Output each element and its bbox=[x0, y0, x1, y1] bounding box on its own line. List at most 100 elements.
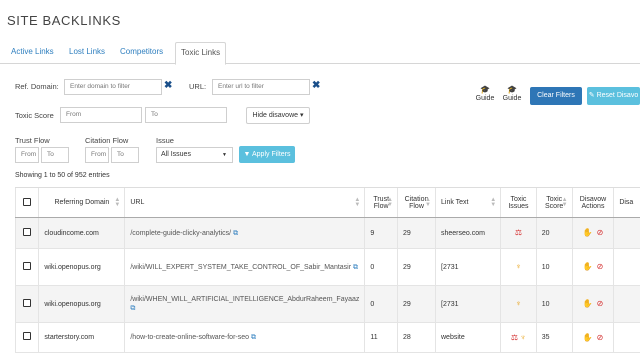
guide-label: Guide bbox=[476, 95, 495, 102]
link-text: website bbox=[436, 323, 501, 353]
clear-url-icon[interactable]: ✖ bbox=[312, 80, 320, 91]
trust-flow: 11 bbox=[365, 323, 398, 353]
row-checkbox[interactable] bbox=[23, 228, 31, 236]
clear-filters-button[interactable]: Clear Filters bbox=[530, 87, 582, 105]
url-input[interactable]: Enter url to filter bbox=[212, 79, 310, 95]
citation-flow-from-input[interactable]: From bbox=[85, 147, 109, 163]
url-text: /wiki/WHEN_WILL_ARTIFICIAL_INTELLIGENCE_… bbox=[130, 296, 359, 303]
citation-flow: 29 bbox=[397, 218, 435, 249]
toxic-flag-icon: ♆ bbox=[515, 262, 521, 271]
tab-lost-links[interactable]: Lost Links bbox=[64, 42, 110, 62]
toxic-flag-icon: ♆ bbox=[515, 299, 521, 308]
select-all-checkbox[interactable] bbox=[23, 198, 31, 206]
sort-icon: ▲▼ bbox=[490, 198, 496, 208]
backlinks-table: Referring Domain▲▼ URL▲▼ Trust Flow▲▼ Ci… bbox=[15, 187, 640, 353]
toxic-score-label: Toxic Score bbox=[15, 111, 54, 120]
citation-flow-to-input[interactable]: To bbox=[111, 147, 139, 163]
toxic-scale-icon: ⚖ bbox=[515, 228, 522, 237]
header-disavowed: Disa bbox=[614, 188, 640, 218]
issue-label: Issue bbox=[156, 136, 174, 145]
url-text: /complete-guide-clicky-analytics/ bbox=[130, 230, 231, 237]
clear-domain-icon[interactable]: ✖ bbox=[164, 80, 172, 91]
sort-icon: ▲▼ bbox=[562, 198, 568, 208]
header-disavow-actions: Disavow Actions bbox=[572, 188, 614, 218]
hand-icon[interactable]: ✋ bbox=[583, 299, 593, 308]
page-title: SITE BACKLINKS bbox=[7, 13, 121, 28]
citation-flow: 28 bbox=[397, 323, 435, 353]
referring-domain: wiki.openopus.org bbox=[39, 286, 125, 323]
url-label: URL: bbox=[189, 82, 206, 91]
row-checkbox[interactable] bbox=[23, 299, 31, 307]
header-citation-flow[interactable]: Citation Flow▲▼ bbox=[397, 188, 435, 218]
referring-domain: cloudincome.com bbox=[39, 218, 125, 249]
hide-disavowed-dropdown[interactable]: Hide disavowe ▾ bbox=[246, 107, 310, 124]
hand-icon[interactable]: ✋ bbox=[583, 262, 593, 271]
sort-icon: ▲▼ bbox=[425, 198, 431, 208]
tab-toxic-links[interactable]: Toxic Links bbox=[175, 42, 226, 65]
link-text: [2731 bbox=[436, 249, 501, 286]
table-row: wiki.openopus.org /wiki/WHEN_WILL_ARTIFI… bbox=[16, 286, 640, 323]
toxic-scale-icon: ⚖ bbox=[511, 333, 518, 342]
link-text: sheerseo.com bbox=[436, 218, 501, 249]
sort-icon: ▲▼ bbox=[354, 198, 360, 208]
url-text: /how-to-create-online-software-for-seo bbox=[130, 334, 249, 341]
graduation-cap-icon: 🎓 bbox=[501, 85, 523, 95]
sort-icon: ▲▼ bbox=[387, 198, 393, 208]
header-toxic-score[interactable]: Toxic Score▲▼ bbox=[536, 188, 572, 218]
row-checkbox[interactable] bbox=[23, 332, 31, 340]
citation-flow: 29 bbox=[397, 249, 435, 286]
select-all-header[interactable] bbox=[16, 188, 39, 218]
header-url[interactable]: URL▲▼ bbox=[125, 188, 365, 218]
ref-domain-input[interactable]: Enter domain to filter bbox=[64, 79, 162, 95]
header-trust-flow[interactable]: Trust Flow▲▼ bbox=[365, 188, 398, 218]
header-toxic-issues[interactable]: Toxic Issues bbox=[501, 188, 537, 218]
trust-flow-to-input[interactable]: To bbox=[41, 147, 69, 163]
reset-disavow-button[interactable]: ✎ Reset Disavo bbox=[587, 87, 640, 105]
external-link-icon[interactable]: ⧉ bbox=[251, 334, 256, 341]
table-row: wiki.openopus.org /wiki/WILL_EXPERT_SYST… bbox=[16, 249, 640, 286]
tab-competitors[interactable]: Competitors bbox=[115, 42, 168, 62]
trust-flow-from-input[interactable]: From bbox=[15, 147, 39, 163]
graduation-cap-icon: 🎓 bbox=[474, 85, 496, 95]
tab-active-links[interactable]: Active Links bbox=[6, 42, 59, 62]
table-row: starterstory.com /how-to-create-online-s… bbox=[16, 323, 640, 353]
caret-down-icon: ▼ bbox=[222, 148, 227, 162]
ban-icon[interactable]: ⊘ bbox=[597, 262, 604, 271]
guide-label: Guide bbox=[503, 95, 522, 102]
table-row: cloudincome.com /complete-guide-clicky-a… bbox=[16, 218, 640, 249]
external-link-icon[interactable]: ⧉ bbox=[233, 230, 238, 237]
toxic-score: 20 bbox=[536, 218, 572, 249]
trust-flow-label: Trust Flow bbox=[15, 136, 50, 145]
link-text: [2731 bbox=[436, 286, 501, 323]
external-link-icon[interactable]: ⧉ bbox=[353, 264, 358, 271]
toxic-score: 10 bbox=[536, 249, 572, 286]
apply-filters-button[interactable]: ▼ Apply Filters bbox=[239, 146, 295, 163]
guide-link-1[interactable]: 🎓 Guide bbox=[474, 85, 496, 102]
referring-domain: starterstory.com bbox=[39, 323, 125, 353]
url-text: /wiki/WILL_EXPERT_SYSTEM_TAKE_CONTROL_OF… bbox=[130, 264, 351, 271]
guide-link-2[interactable]: 🎓 Guide bbox=[501, 85, 523, 102]
sort-icon: ▲▼ bbox=[114, 198, 120, 208]
issue-select[interactable]: All Issues ▼ bbox=[156, 147, 233, 163]
trust-flow: 0 bbox=[365, 249, 398, 286]
ban-icon[interactable]: ⊘ bbox=[597, 333, 604, 342]
external-link-icon[interactable]: ⧉ bbox=[130, 305, 135, 312]
header-link-text[interactable]: Link Text▲▼ bbox=[436, 188, 501, 218]
toxic-score: 35 bbox=[536, 323, 572, 353]
referring-domain: wiki.openopus.org bbox=[39, 249, 125, 286]
toxic-flag-icon: ♆ bbox=[520, 333, 526, 342]
table-header-row: Referring Domain▲▼ URL▲▼ Trust Flow▲▼ Ci… bbox=[16, 188, 640, 218]
toxic-score-to-input[interactable]: To bbox=[145, 107, 227, 123]
ref-domain-label: Ref. Domain: bbox=[15, 82, 59, 91]
trust-flow: 9 bbox=[365, 218, 398, 249]
row-checkbox[interactable] bbox=[23, 262, 31, 270]
ban-icon[interactable]: ⊘ bbox=[597, 228, 604, 237]
hand-icon[interactable]: ✋ bbox=[583, 228, 593, 237]
hand-icon[interactable]: ✋ bbox=[583, 333, 593, 342]
header-referring-domain[interactable]: Referring Domain▲▼ bbox=[39, 188, 125, 218]
toxic-score: 10 bbox=[536, 286, 572, 323]
citation-flow-label: Citation Flow bbox=[85, 136, 128, 145]
ban-icon[interactable]: ⊘ bbox=[597, 299, 604, 308]
toxic-score-from-input[interactable]: From bbox=[60, 107, 142, 123]
tab-bar: Active Links Lost Links Competitors Toxi… bbox=[0, 42, 640, 64]
